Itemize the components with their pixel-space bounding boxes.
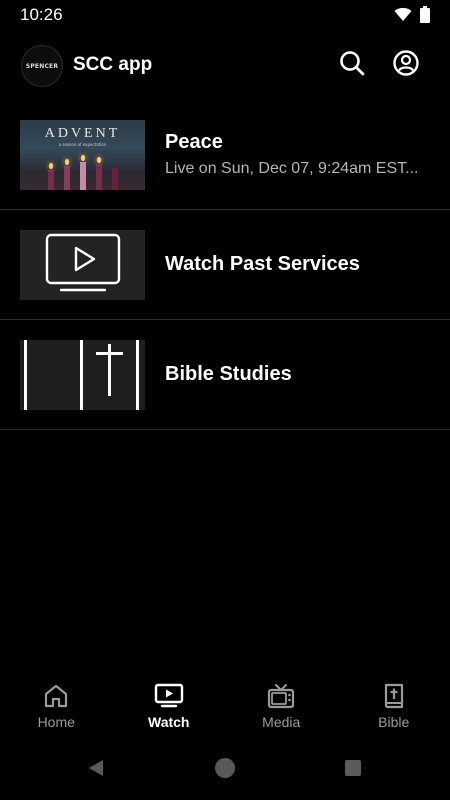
status-time: 10:26	[20, 5, 63, 24]
home-circle-icon	[214, 757, 236, 784]
list-item-watch-past-services[interactable]: Watch Past Services	[0, 210, 450, 320]
status-icons	[394, 6, 430, 28]
recents-square-icon	[343, 758, 363, 783]
system-back-button[interactable]	[84, 758, 108, 782]
system-home-button[interactable]	[213, 757, 237, 784]
church-logo: SPENCER	[21, 45, 63, 87]
item-text: Peace Live on Sun, Dec 07, 9:24am EST...	[165, 100, 432, 209]
app-bar: SPENCER SCC app	[0, 42, 450, 88]
app-title: SCC app	[73, 54, 153, 75]
search-button[interactable]	[337, 50, 367, 80]
advent-tagline: a season of expectation	[58, 142, 107, 147]
item-title: Watch Past Services	[165, 253, 360, 275]
system-recents-button[interactable]	[341, 758, 365, 782]
item-text: Bible Studies	[165, 320, 432, 429]
status-bar: 10:26	[0, 0, 450, 30]
battery-icon	[420, 6, 430, 28]
watch-thumbnail	[20, 230, 145, 300]
nav-watch[interactable]: Watch	[113, 672, 226, 742]
logo-text: SPENCER	[25, 62, 59, 70]
bottom-nav: Home Watch Media Bible	[0, 672, 450, 742]
bible-icon	[382, 682, 406, 710]
tv-play-icon	[154, 682, 184, 710]
item-subtitle: Live on Sun, Dec 07, 9:24am EST...	[165, 160, 419, 177]
system-nav-bar	[0, 746, 450, 794]
item-title: Bible Studies	[165, 363, 292, 385]
advent-heading: ADVENT	[44, 126, 121, 141]
list-item-bible-studies[interactable]: Bible Studies	[0, 320, 450, 430]
item-title: Peace	[165, 131, 223, 153]
tv-icon	[267, 682, 295, 710]
nav-label: Media	[262, 714, 301, 730]
nav-home[interactable]: Home	[0, 672, 113, 742]
advent-thumbnail: ADVENT a season of expectation	[20, 120, 145, 190]
account-button[interactable]	[391, 49, 421, 82]
tv-play-icon	[43, 232, 123, 299]
content-list: ADVENT a season of expectation Peace Liv…	[0, 100, 450, 430]
search-icon	[338, 49, 366, 82]
nav-label: Home	[37, 714, 75, 730]
nav-bible[interactable]: Bible	[338, 672, 450, 742]
back-triangle-icon	[86, 758, 106, 783]
wifi-icon	[394, 7, 412, 27]
nav-label: Watch	[148, 714, 190, 730]
nav-label: Bible	[378, 714, 410, 730]
bible-thumbnail	[20, 340, 145, 410]
bible-cover-graphic	[20, 340, 145, 410]
list-item-peace[interactable]: ADVENT a season of expectation Peace Liv…	[0, 100, 450, 210]
item-text: Watch Past Services	[165, 210, 432, 319]
nav-media[interactable]: Media	[225, 672, 338, 742]
home-icon	[43, 682, 69, 710]
account-icon	[392, 49, 420, 82]
